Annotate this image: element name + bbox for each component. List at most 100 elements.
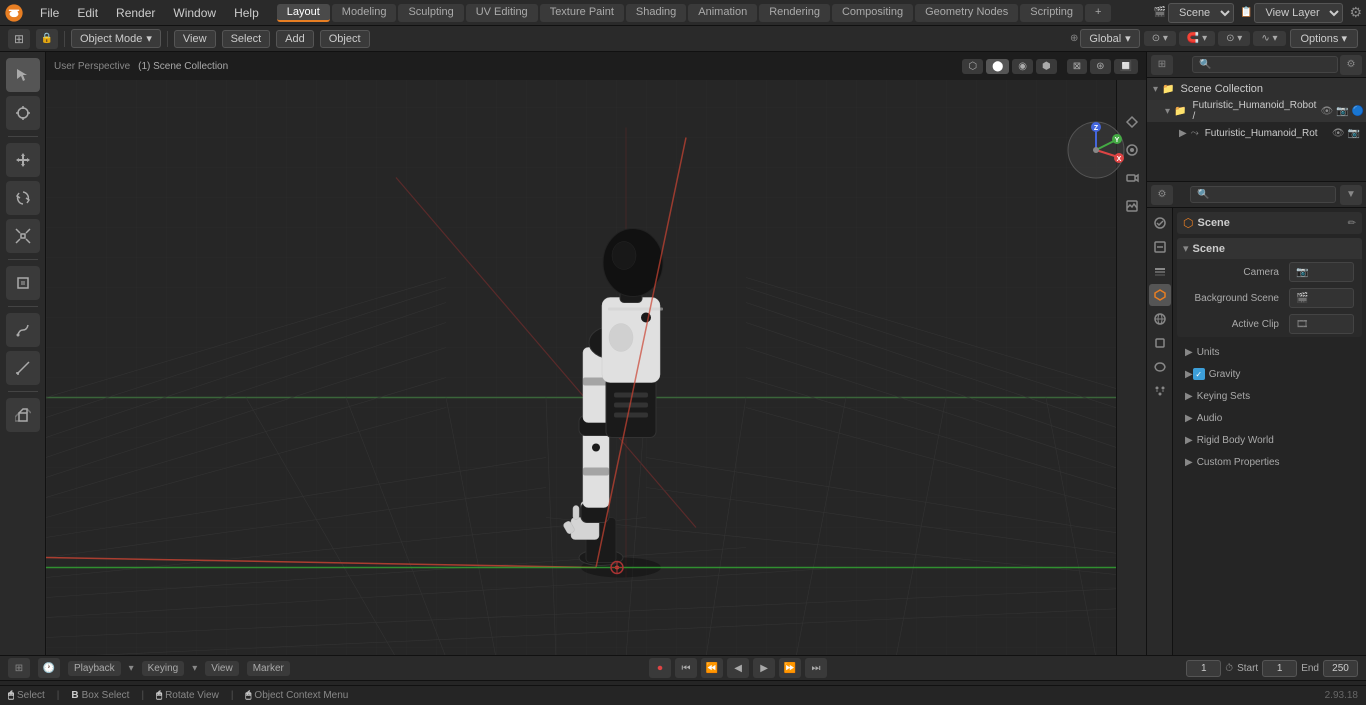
tab-sculpting[interactable]: Sculpting — [398, 4, 463, 22]
pivot-btn[interactable]: ⊙ ▾ — [1144, 31, 1176, 46]
select-menu[interactable]: Select — [222, 30, 271, 48]
jump-start-btn[interactable]: ⏮ — [675, 658, 697, 678]
add-cube-btn[interactable] — [6, 398, 40, 432]
menu-help[interactable]: Help — [226, 4, 267, 22]
scene-props-icon[interactable] — [1149, 284, 1171, 306]
scene-header-edit-icon[interactable]: ✏ — [1348, 218, 1356, 229]
units-collapsible[interactable]: ▶ Units — [1177, 341, 1362, 363]
mesh-camera-icon[interactable]: 📷 — [1348, 128, 1360, 139]
camera-icon[interactable]: 📷 — [1336, 106, 1348, 117]
view-menu[interactable]: View — [174, 30, 216, 48]
menu-edit[interactable]: Edit — [69, 4, 106, 22]
viewport-img-btn[interactable] — [1120, 194, 1144, 218]
marker-menu[interactable]: Marker — [247, 661, 290, 676]
tab-compositing[interactable]: Compositing — [832, 4, 913, 22]
camera-value[interactable]: 📷 — [1289, 262, 1354, 282]
gravity-checkbox[interactable]: ✓ — [1193, 368, 1205, 380]
keying-sets-collapsible[interactable]: ▶ Keying Sets — [1177, 385, 1362, 407]
select-tool-btn[interactable] — [6, 58, 40, 92]
play-reverse-btn[interactable]: ◀ — [727, 658, 749, 678]
outliner-search-input[interactable] — [1192, 56, 1338, 73]
custom-properties-collapsible[interactable]: ▶ Custom Properties — [1177, 451, 1362, 473]
cursor-tool-btn[interactable] — [6, 96, 40, 130]
rendered-btn[interactable]: ⬢ — [1036, 59, 1057, 74]
world-props-icon[interactable] — [1149, 308, 1171, 330]
end-frame-input[interactable] — [1323, 660, 1358, 677]
outliner-filter-btn[interactable]: ⚙ — [1340, 55, 1362, 75]
record-btn[interactable]: ⏺ — [649, 658, 671, 678]
object-mode-dropdown[interactable]: Object Mode ▾ — [71, 29, 161, 48]
viewport-3d[interactable]: User Perspective (1) Scene Collection ⬡ … — [46, 52, 1146, 655]
gizmo-btn[interactable]: ⊛ — [1090, 59, 1110, 74]
tab-texture-paint[interactable]: Texture Paint — [540, 4, 624, 22]
outliner-robot-mesh[interactable]: ▶ ⤳ Futuristic_Humanoid_Rot 👁 📷 — [1147, 122, 1366, 144]
add-menu[interactable]: Add — [276, 30, 314, 48]
properties-filter-btn[interactable]: ▼ — [1340, 185, 1362, 205]
scale-tool-btn[interactable] — [6, 219, 40, 253]
axis-widget[interactable]: Z X Y — [1066, 120, 1126, 180]
tab-animation[interactable]: Animation — [688, 4, 757, 22]
keying-menu[interactable]: Keying — [142, 661, 185, 676]
tab-geometry-nodes[interactable]: Geometry Nodes — [915, 4, 1018, 22]
render-icon[interactable]: 🔵 — [1352, 106, 1364, 117]
eye-icon[interactable]: 👁 — [1320, 106, 1333, 117]
snap-btn[interactable]: 🧲 ▾ — [1179, 31, 1215, 46]
audio-collapsible[interactable]: ▶ Audio — [1177, 407, 1362, 429]
properties-search-input[interactable] — [1190, 186, 1336, 203]
current-frame-input[interactable] — [1186, 660, 1221, 677]
play-forward-btn[interactable]: ▶ — [753, 658, 775, 678]
modifier-props-icon[interactable] — [1149, 356, 1171, 378]
proportional-btn[interactable]: ⊙ ▾ — [1218, 31, 1250, 46]
filter-icon[interactable]: ⚙ — [1349, 4, 1362, 21]
output-props-icon[interactable] — [1149, 236, 1171, 258]
tab-modeling[interactable]: Modeling — [332, 4, 397, 22]
solid-btn[interactable]: ⬤ — [986, 59, 1009, 74]
measure-btn[interactable] — [6, 351, 40, 385]
view-layer-selector[interactable]: View Layer — [1254, 3, 1343, 23]
timeline-clock-icon[interactable]: 🕐 — [38, 658, 60, 678]
menu-window[interactable]: Window — [165, 4, 224, 22]
view-layer-props-icon[interactable] — [1149, 260, 1171, 282]
wireframe-btn[interactable]: ⬡ — [962, 59, 983, 74]
mesh-eye-icon[interactable]: 👁 — [1332, 128, 1345, 139]
tab-scripting[interactable]: Scripting — [1020, 4, 1083, 22]
rotate-tool-btn[interactable] — [6, 181, 40, 215]
transform-tool-btn[interactable] — [6, 266, 40, 300]
render-props-icon[interactable] — [1149, 212, 1171, 234]
tab-add[interactable]: + — [1085, 4, 1111, 22]
options-btn[interactable]: Options ▾ — [1290, 29, 1359, 48]
snapping-btn[interactable]: 🔲 — [1114, 59, 1138, 74]
playback-menu[interactable]: Playback — [68, 661, 121, 676]
tab-uv-editing[interactable]: UV Editing — [466, 4, 538, 22]
viewport-canvas[interactable]: Z X Y — [46, 80, 1146, 655]
start-frame-input[interactable] — [1262, 660, 1297, 677]
annotate-btn[interactable] — [6, 313, 40, 347]
viewport-lock-icon[interactable]: 🔒 — [36, 29, 58, 49]
overlay-btn[interactable]: ⊠ — [1067, 59, 1087, 74]
outliner-robot-collection[interactable]: ▾ 📁 Futuristic_Humanoid_Robot / 👁 📷 🔵 — [1147, 100, 1366, 122]
background-scene-value[interactable]: 🎬 — [1289, 288, 1354, 308]
outliner-editor-icon[interactable]: ⊞ — [1151, 55, 1173, 75]
scene-subsection-header[interactable]: ▾ Scene — [1177, 238, 1362, 259]
material-btn[interactable]: ◉ — [1012, 59, 1033, 74]
scene-selector[interactable]: Scene — [1168, 3, 1234, 23]
tab-shading[interactable]: Shading — [626, 4, 686, 22]
particles-props-icon[interactable] — [1149, 380, 1171, 402]
timeline-editor-icon[interactable]: ⊞ — [8, 658, 30, 678]
view-menu[interactable]: View — [205, 661, 239, 676]
step-back-btn[interactable]: ⏪ — [701, 658, 723, 678]
active-clip-value[interactable]: 🎞 — [1289, 314, 1354, 334]
rigid-body-world-collapsible[interactable]: ▶ Rigid Body World — [1177, 429, 1362, 451]
scene-header[interactable]: ⬡ Scene ✏ — [1177, 212, 1362, 234]
editor-type-icon[interactable]: ⊞ — [8, 29, 30, 49]
blender-logo[interactable] — [4, 3, 24, 23]
menu-file[interactable]: File — [32, 4, 67, 22]
tab-layout[interactable]: Layout — [277, 4, 330, 22]
jump-end-btn[interactable]: ⏭ — [805, 658, 827, 678]
outliner-scene-collection[interactable]: ▾ 📁 Scene Collection — [1147, 78, 1366, 100]
gravity-collapsible[interactable]: ▶ ✓ Gravity — [1177, 363, 1362, 385]
object-menu[interactable]: Object — [320, 30, 370, 48]
step-forward-btn[interactable]: ⏩ — [779, 658, 801, 678]
object-props-icon[interactable] — [1149, 332, 1171, 354]
menu-render[interactable]: Render — [108, 4, 163, 22]
